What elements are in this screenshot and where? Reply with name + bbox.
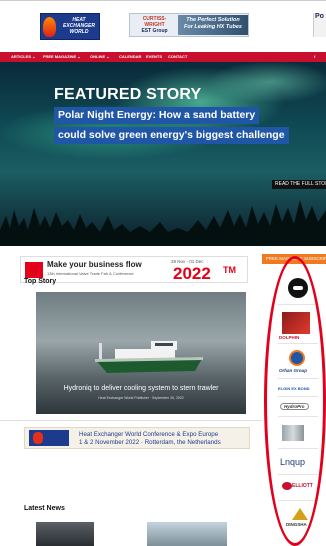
featured-headline-line2[interactable]: could solve green energy's biggest chall… [54,127,289,144]
red-annotation-circle [264,256,326,546]
latest-news-heading: Latest News [24,505,65,512]
biz-ad-mark: TM [223,265,236,275]
featured-story-label: FEATURED STORY [54,86,202,103]
conference-line2: 1 & 2 November 2022 · Rotterdam, the Net… [79,439,221,446]
header-banner-ad[interactable]: CURTISS- WRIGHT EST Group The Perfect So… [129,13,249,37]
featured-headline-line1[interactable]: Polar Night Energy: How a sand battery [54,107,260,124]
nav-calendar[interactable]: CALENDAR [119,54,141,60]
sponsor-dolphin[interactable]: DOLPHIN [279,335,299,340]
nav-articles[interactable]: ARTICLES ⌄ [11,54,35,60]
top-story-source: Heat Exchanger World Publisher · Septemb… [98,396,184,400]
fair-logo-icon [25,262,43,278]
biz-ad-year: 2022 [173,264,211,283]
logo-word-3: WORLD [69,29,89,35]
ad-tagline-line2: For Leaking HX Tubes [184,24,242,30]
sponsor-elliott[interactable]: ELLIOTT [292,483,313,489]
header-side-ad[interactable]: Po [313,13,326,37]
elliott-logo-icon [282,482,292,490]
sponsor-elgin[interactable]: ELGIN EX BOND [278,386,310,391]
dingsha-logo-icon [292,508,308,520]
nav-events[interactable]: EVENTS [146,54,162,60]
conference-flame-icon [33,432,43,444]
nav-free-magazine[interactable]: FREE MAGAZINE ⌄ [43,54,81,60]
sponsor-hydropro[interactable]: HydroPro [280,403,309,410]
biz-ad-subtitle: 13th International Valve Trade Fair & Co… [47,271,134,276]
read-full-story-link[interactable]: READ THE FULL STORY [272,180,326,189]
dolphin-logo-icon[interactable] [282,312,310,334]
section-divider [0,420,262,421]
sponsor-lnqup[interactable]: Lnqup [280,457,305,467]
sponsor-dingsha[interactable]: DINGSHA [286,522,307,527]
nav-contact[interactable]: CONTACT [168,54,187,60]
main-nav: ARTICLES ⌄ FREE MAGAZINE ⌄ ONLINE ⌄ CALE… [0,52,326,62]
nav-online[interactable]: ONLINE ⌄ [90,54,110,60]
latest-news-thumb-2[interactable] [147,522,227,546]
orhan-logo-icon[interactable] [289,350,305,366]
nav-social-icon[interactable]: f [314,54,315,60]
conference-ad[interactable]: Heat Exchanger World Conference & Expo E… [24,427,250,449]
free-magazine-button[interactable]: FREE MAGAZINE SUBSCRIPTION [262,254,326,264]
top-story-caption[interactable]: Hydroniq to deliver cooling system to st… [36,385,246,392]
ad-brand-sub: EST Group [141,28,168,34]
sponsor-orhan[interactable]: Orhan Group [279,368,307,373]
biz-ad-headline: Make your business flow [47,260,142,269]
top-rule [0,0,326,1]
ad-tagline-line1: The Perfect Solution [186,17,240,23]
sponsor-round-icon[interactable] [288,278,308,298]
site-logo[interactable]: HEAT EXCHANGER WORLD [40,13,100,40]
forest-silhouette [0,200,326,246]
flame-icon [43,17,56,37]
conference-line1: Heat Exchanger World Conference & Expo E… [79,431,219,438]
latest-news-thumb-1[interactable] [36,522,94,546]
trawler-ship-image [95,341,203,373]
top-story-heading: Top Story [24,278,57,285]
sponsor-tube-image[interactable] [282,425,304,441]
top-story-card[interactable]: Hydroniq to deliver cooling system to st… [36,292,246,414]
